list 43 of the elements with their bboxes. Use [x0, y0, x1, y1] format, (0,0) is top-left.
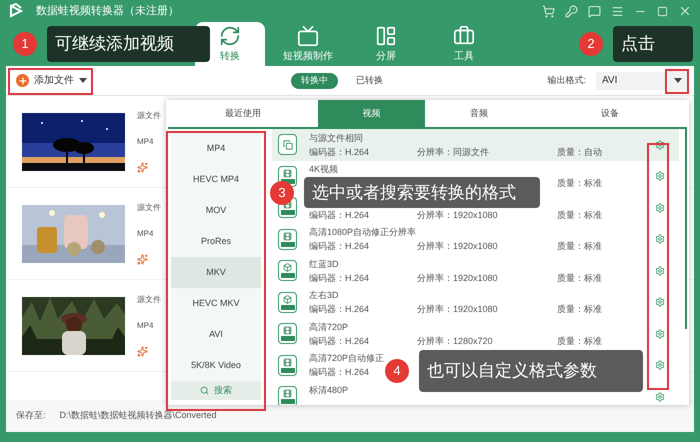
- callout-tooltip: 可继续添加视频: [47, 26, 210, 62]
- codec-text: 编码器：H.264: [309, 146, 370, 157]
- preset-name: 4K视频: [309, 164, 338, 174]
- preset-name: 标清480P: [309, 384, 348, 395]
- save-label: 保存至:: [16, 409, 46, 422]
- format-label: MP4: [137, 136, 154, 148]
- codec-text: 编码器：H.264: [309, 367, 370, 378]
- callout-tooltip: 点击: [613, 26, 693, 62]
- preset-name: 红蓝3D: [309, 258, 339, 269]
- preset-name: 高清720P自动修正: [309, 353, 384, 364]
- window-title: 数据蛙视频转换器（未注册）: [36, 4, 179, 19]
- quality-text: 质量：标准: [557, 336, 602, 346]
- callout-tooltip: 也可以自定义格式参数: [419, 350, 643, 392]
- step-badge: 2: [579, 32, 603, 56]
- resolution-text: 分辨率：1920x1080: [417, 210, 498, 220]
- source-label: 源文件: [137, 110, 161, 122]
- source-label: 源文件: [137, 202, 161, 214]
- source-label: 源文件: [137, 294, 161, 306]
- preset-name: 左右3D: [309, 290, 339, 300]
- preset-name: 与源文件相同: [309, 132, 363, 143]
- output-format-label: 输出格式:: [547, 74, 586, 87]
- resolution-text: 分辨率：同源文件: [417, 146, 489, 157]
- quality-text: 质量：标准: [557, 178, 602, 188]
- resolution-text: 分辨率：1920x1080: [417, 272, 498, 283]
- quality-text: 质量：标准: [557, 304, 602, 314]
- codec-text: 编码器：H.264: [309, 241, 370, 252]
- preset-name: 高清720P: [309, 322, 348, 332]
- quality-text: 质量：标准: [557, 241, 602, 252]
- codec-text: 编码器：H.264: [309, 336, 370, 346]
- codec-text: 编码器：H.264: [309, 304, 370, 314]
- format-label: MP4: [137, 228, 154, 240]
- preset-name: 高清1080P自动修正分辨率: [309, 227, 416, 238]
- callout-tooltip: 选中或者搜索要转换的格式: [304, 177, 540, 208]
- quality-text: 质量：标准: [557, 272, 602, 283]
- resolution-text: 分辨率：1920x1080: [417, 304, 498, 314]
- quality-text: 质量：标准: [557, 210, 602, 220]
- codec-text: 编码器：H.264: [309, 210, 370, 220]
- resolution-text: 分辨率：1920x1080: [417, 241, 498, 252]
- resolution-text: 分辨率：1280x720: [417, 336, 493, 346]
- format-label: MP4: [137, 320, 154, 332]
- step-badge: 1: [13, 32, 37, 56]
- codec-text: 编码器：H.264: [309, 272, 370, 283]
- quality-text: 质量：自动: [557, 146, 602, 157]
